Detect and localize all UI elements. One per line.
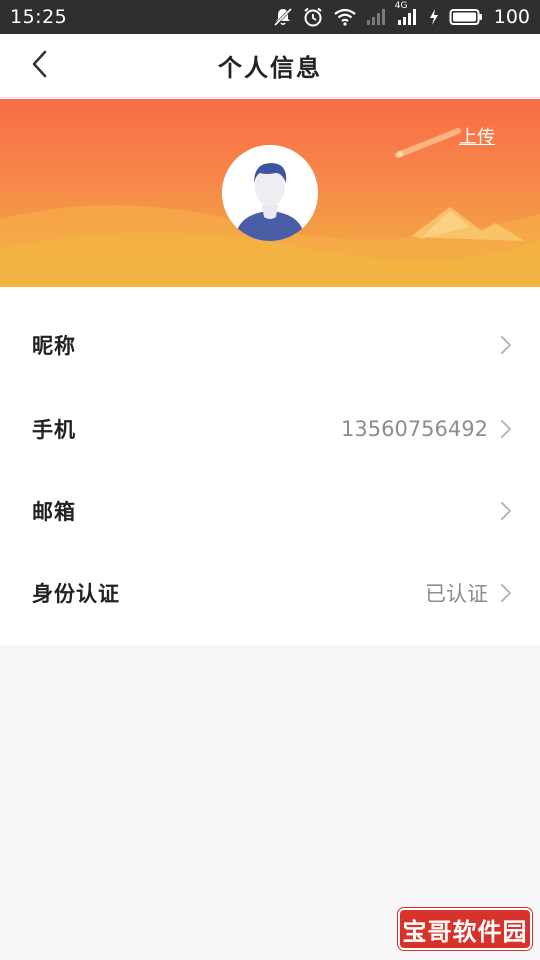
nav-bar: 个人信息: [0, 34, 540, 98]
signal-4g-icon: 4G: [395, 1, 419, 26]
chevron-left-icon: [30, 49, 50, 83]
chevron-right-icon: [501, 420, 511, 438]
mute-icon: [273, 7, 293, 27]
signal-icon: [366, 8, 388, 26]
alarm-icon: [302, 6, 324, 28]
identity-verification-status: 已认证: [425, 582, 488, 606]
phone-label: 手机: [32, 418, 76, 442]
phone-value: 13560756492: [341, 417, 488, 441]
page-title: 个人信息: [218, 54, 322, 82]
charging-icon: [428, 8, 440, 26]
watermark-logo: 宝哥软件园: [398, 908, 532, 950]
avatar-person-icon: [222, 145, 318, 241]
wifi-icon: [333, 7, 357, 27]
battery-level: 100: [493, 6, 530, 28]
chevron-right-icon: [501, 336, 511, 354]
chevron-right-icon: [501, 584, 511, 602]
profile-info-list: 昵称 手机 13560756492 邮箱 身份认证 已认证: [0, 287, 540, 645]
status-bar: 15:25 4G 100: [0, 0, 540, 34]
status-icons: 4G 100: [273, 1, 530, 28]
back-button[interactable]: [22, 48, 58, 84]
email-label: 邮箱: [32, 500, 76, 524]
identity-verification-row[interactable]: 身份认证 已认证: [0, 552, 540, 634]
status-time: 15:25: [10, 6, 68, 28]
nickname-label: 昵称: [32, 334, 76, 358]
profile-banner: 上传: [0, 99, 540, 287]
nickname-row[interactable]: 昵称: [0, 304, 540, 386]
email-row[interactable]: 邮箱: [0, 470, 540, 552]
watermark-text: 宝哥软件园: [402, 917, 528, 946]
network-label: 4G: [394, 1, 408, 11]
upload-avatar-link[interactable]: 上传: [459, 123, 495, 149]
phone-row[interactable]: 手机 13560756492: [0, 388, 540, 470]
avatar[interactable]: [222, 145, 318, 241]
identity-verification-label: 身份认证: [32, 582, 120, 606]
battery-icon: [449, 8, 483, 26]
chevron-right-icon: [501, 502, 511, 520]
